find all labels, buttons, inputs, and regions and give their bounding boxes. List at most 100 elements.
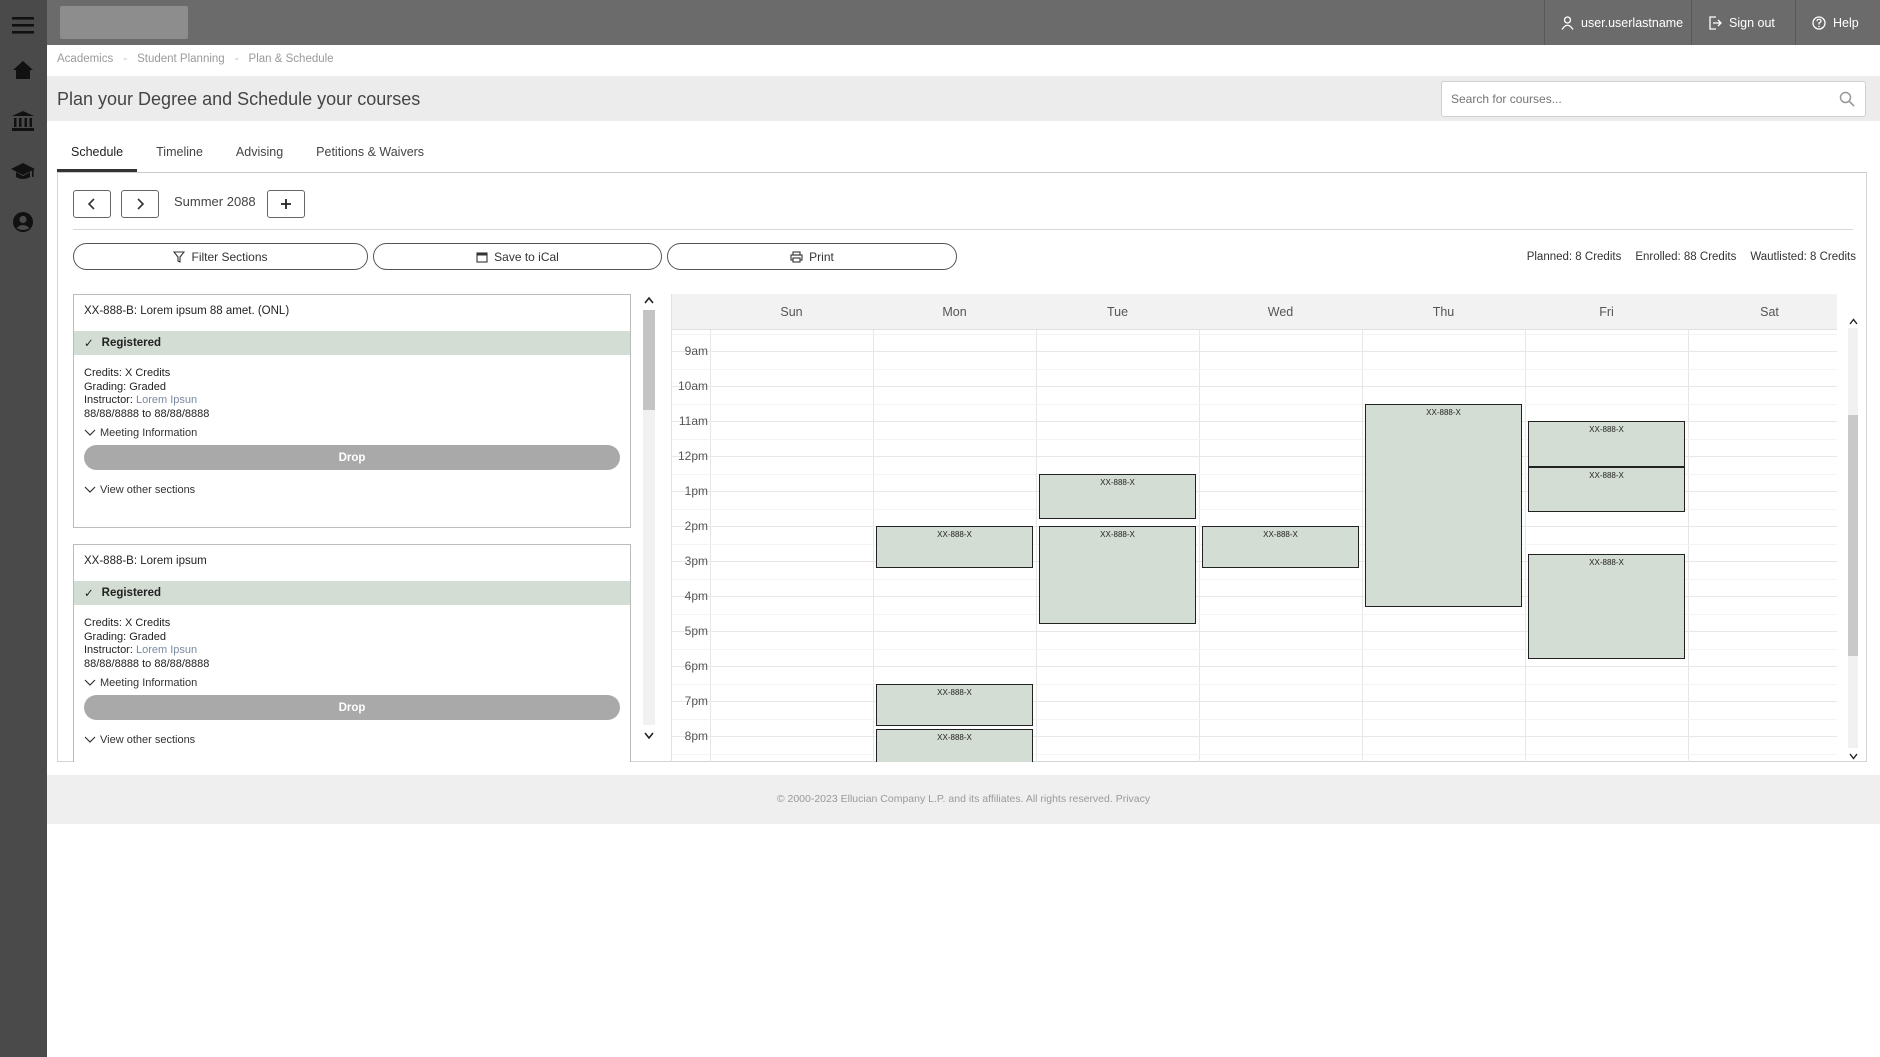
course-title[interactable]: XX-888-B: Lorem ipsum 88 amet. (ONL) [74, 295, 630, 331]
calendar-event[interactable]: XX-888-X [876, 729, 1033, 762]
save-to-ical-label: Save to iCal [494, 249, 559, 264]
day-header-tue: Tue [1106, 305, 1129, 319]
search-input[interactable] [1442, 82, 1822, 116]
hour-gridline [672, 701, 1837, 702]
add-term-button[interactable] [267, 190, 305, 218]
calendar-event[interactable]: XX-888-X [876, 683, 1033, 726]
instructor-link[interactable]: Lorem Ipsun [136, 644, 197, 656]
tab-petitions-waivers[interactable]: Petitions & Waivers [302, 140, 438, 172]
breadcrumb-academics[interactable]: Academics [57, 53, 113, 65]
help-icon [1812, 15, 1826, 30]
half-hour-gridline [672, 718, 1837, 720]
footer-text: © 2000-2023 Ellucian Company L.P. and it… [47, 793, 1880, 805]
day-column-divider [1525, 294, 1526, 762]
calendar-event[interactable]: XX-888-X [1039, 473, 1196, 519]
save-to-ical-button[interactable]: Save to iCal [373, 243, 662, 270]
course-grading: Grading: Graded [84, 630, 166, 643]
instructor-label: Instructor: [84, 644, 133, 656]
chevron-left-icon [87, 198, 95, 210]
drop-button[interactable]: Drop [84, 445, 620, 470]
next-term-button[interactable] [121, 190, 159, 218]
hour-gridline [672, 351, 1837, 352]
course-search [1441, 81, 1866, 117]
search-icon[interactable] [1839, 91, 1855, 112]
instructor-link[interactable]: Lorem Ipsun [136, 394, 197, 406]
sign-out-icon [1709, 15, 1722, 30]
calendar-day-header: Sun Mon Tue Wed Thu Fri Sat [672, 294, 1837, 330]
drop-button[interactable]: Drop [84, 695, 620, 720]
filter-sections-button[interactable]: Filter Sections [73, 243, 368, 270]
page-title: Plan your Degree and Schedule your cours… [57, 89, 421, 109]
scrollbar-thumb[interactable] [643, 310, 655, 410]
tab-advising[interactable]: Advising [222, 140, 297, 172]
calendar-event[interactable]: XX-888-X [1039, 526, 1196, 624]
weekly-calendar: 8am9am10am11am12pm1pm2pm3pm4pm5pm6pm7pm8… [671, 294, 1851, 762]
calendar-event[interactable]: XX-888-X [1528, 466, 1685, 512]
credit-summary: Planned: 8 Credits Enrolled: 88 Credits … [1527, 251, 1856, 263]
course-instructor-row: Instructor: Lorem Ipsun [84, 644, 620, 658]
status-badge: ✓ Registered [74, 331, 630, 355]
help-button[interactable]: Help [1795, 0, 1880, 45]
breadcrumb-separator: - [234, 53, 239, 65]
meeting-information-toggle[interactable]: Meeting Information [74, 671, 630, 689]
sign-out-button[interactable]: Sign out [1691, 0, 1795, 45]
user-menu-button[interactable]: user.userlastname [1544, 0, 1691, 45]
day-column-divider [710, 294, 711, 762]
day-column-divider [1688, 294, 1689, 762]
print-button[interactable]: Print [667, 243, 957, 270]
view-other-sections-label: View other sections [100, 484, 196, 496]
scroll-up-icon[interactable] [1849, 318, 1858, 325]
check-icon: ✓ [84, 338, 94, 350]
term-label: Summer 2088 [174, 194, 256, 209]
course-dates: 88/88/8888 to 88/88/8888 [84, 407, 210, 420]
left-rail [0, 0, 47, 1057]
course-details: Credits: X Credits Grading: Graded Instr… [74, 605, 630, 671]
tab-timeline[interactable]: Timeline [142, 140, 217, 172]
course-list-scrollbar[interactable] [642, 294, 656, 744]
menu-icon[interactable] [11, 13, 35, 37]
scroll-down-icon[interactable] [644, 732, 654, 740]
calendar-event[interactable]: XX-888-X [876, 526, 1033, 568]
scroll-up-icon[interactable] [644, 296, 654, 304]
day-column-divider [1199, 294, 1200, 762]
chevron-down-icon [84, 486, 96, 493]
hour-label: 3pm [684, 554, 708, 568]
filter-sections-label: Filter Sections [191, 249, 268, 264]
graduation-cap-icon[interactable] [11, 159, 35, 183]
scroll-down-icon[interactable] [1849, 753, 1858, 760]
calendar-event[interactable]: XX-888-X [1365, 403, 1522, 607]
hour-label: 7pm [684, 694, 708, 708]
tab-schedule[interactable]: Schedule [57, 140, 138, 172]
calendar-event[interactable]: XX-888-X [1528, 421, 1685, 467]
hour-label: 4pm [684, 589, 708, 603]
meeting-information-label: Meeting Information [100, 677, 198, 689]
previous-term-button[interactable] [73, 190, 111, 218]
breadcrumb-plan-schedule[interactable]: Plan & Schedule [249, 53, 334, 65]
top-bar: user.userlastname Sign out Help [47, 0, 1880, 45]
day-header-wed: Wed [1267, 305, 1294, 319]
status-label: Registered [101, 587, 162, 599]
calendar-event[interactable]: XX-888-X [1528, 554, 1685, 659]
course-instructor-row: Instructor: Lorem Ipsun [84, 394, 620, 408]
view-other-sections-toggle[interactable]: View other sections [74, 720, 630, 746]
day-column-divider [873, 294, 874, 762]
status-badge: ✓ Registered [74, 581, 630, 605]
scrollbar-thumb[interactable] [1848, 415, 1858, 656]
hour-label: 9am [684, 344, 708, 358]
calendar-scrollbar[interactable] [1846, 316, 1860, 763]
breadcrumb-student-planning[interactable]: Student Planning [137, 53, 225, 65]
hour-gridline [672, 666, 1837, 667]
help-label: Help [1833, 15, 1859, 30]
half-hour-gridline [672, 368, 1837, 370]
hour-label: 10am [677, 379, 708, 393]
privacy-link[interactable]: Privacy [1116, 793, 1150, 805]
bank-icon[interactable] [11, 109, 35, 133]
home-icon[interactable] [11, 58, 35, 82]
course-title[interactable]: XX-888-B: Lorem ipsum [74, 545, 630, 581]
institution-logo[interactable] [60, 6, 188, 39]
meeting-information-toggle[interactable]: Meeting Information [74, 421, 630, 439]
user-circle-icon[interactable] [11, 210, 35, 234]
calendar-event[interactable]: XX-888-X [1202, 526, 1359, 568]
course-dates: 88/88/8888 to 88/88/8888 [84, 657, 210, 670]
view-other-sections-toggle[interactable]: View other sections [74, 470, 630, 496]
